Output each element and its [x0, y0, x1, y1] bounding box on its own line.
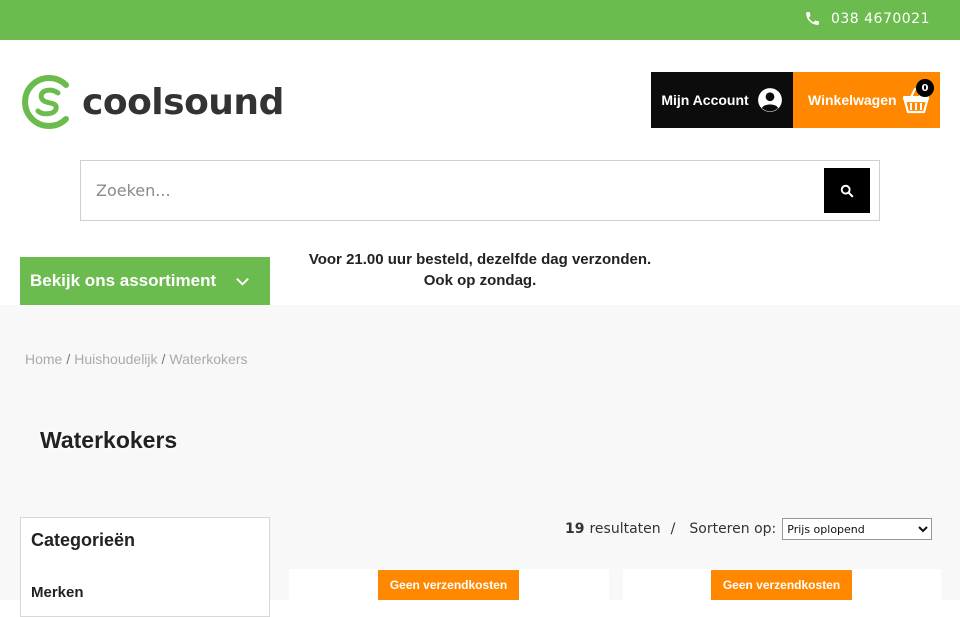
result-label: resultaten: [589, 521, 661, 537]
assortment-label: Bekijk ons assortiment: [30, 271, 217, 290]
category-sidebar: Categorieën Merken: [20, 517, 270, 617]
breadcrumb-separator: /: [66, 351, 71, 367]
cart-count-badge: 0: [916, 79, 934, 97]
breadcrumb-separator: /: [161, 351, 166, 367]
page-title: Waterkokers: [40, 427, 178, 453]
free-shipping-badge: Geen verzendkosten: [378, 570, 519, 600]
product-card[interactable]: Geen verzendkosten: [289, 569, 609, 609]
cart-label: Winkelwagen: [808, 92, 897, 108]
promo-line-1: Voor 21.00 uur besteld, dezelfde dag ver…: [308, 251, 652, 268]
my-account-label: Mijn Account: [661, 92, 749, 108]
chevron-down-icon: [236, 278, 249, 286]
free-shipping-badge: Geen verzendkosten: [711, 570, 852, 600]
cart-button[interactable]: Winkelwagen 0: [793, 72, 940, 128]
phone-number: 038 4670021: [830, 10, 930, 27]
main-content: Home / Huishoudelijk / Waterkokers Waterkoke…: [0, 305, 960, 617]
results-toolbar: 19 resultaten / Sorteren op: Prijs oplop…: [565, 518, 933, 540]
brands-filter[interactable]: Merken: [31, 584, 84, 601]
toolbar-separator: /: [670, 521, 676, 537]
logo-text: coolsound: [82, 81, 284, 123]
breadcrumb: Home / Huishoudelijk / Waterkokers: [25, 351, 247, 367]
product-card[interactable]: Geen verzendkosten: [623, 569, 941, 609]
shipping-promo: Voor 21.00 uur besteld, dezelfde dag ver…: [290, 249, 670, 291]
breadcrumb-current: Waterkokers: [169, 351, 248, 367]
sort-label: Sorteren op:: [689, 521, 777, 537]
site-header: coolsound Mijn Account Winkelwagen 0 Bek: [0, 40, 960, 305]
my-account-button[interactable]: Mijn Account: [651, 72, 793, 128]
promo-line-2: Ook op zondag.: [423, 272, 537, 289]
categories-heading: Categorieën: [31, 530, 136, 550]
search-icon: [840, 184, 854, 197]
result-count: 19: [565, 521, 585, 537]
phone-link[interactable]: 038 4670021: [804, 10, 930, 27]
search-button[interactable]: [824, 168, 870, 213]
phone-icon: [806, 12, 819, 25]
assortment-menu-button[interactable]: Bekijk ons assortiment: [20, 257, 270, 305]
logo-icon: [22, 75, 69, 129]
breadcrumb-home[interactable]: Home: [25, 351, 62, 367]
logo[interactable]: coolsound: [20, 73, 284, 131]
breadcrumb-huishoudelijk[interactable]: Huishoudelijk: [74, 351, 157, 367]
sort-select[interactable]: Prijs oplopend: [782, 518, 933, 540]
search-input[interactable]: [81, 161, 821, 220]
user-circle-icon: [757, 88, 782, 112]
search-bar: [80, 160, 880, 221]
top-bar: 038 4670021: [0, 0, 960, 40]
